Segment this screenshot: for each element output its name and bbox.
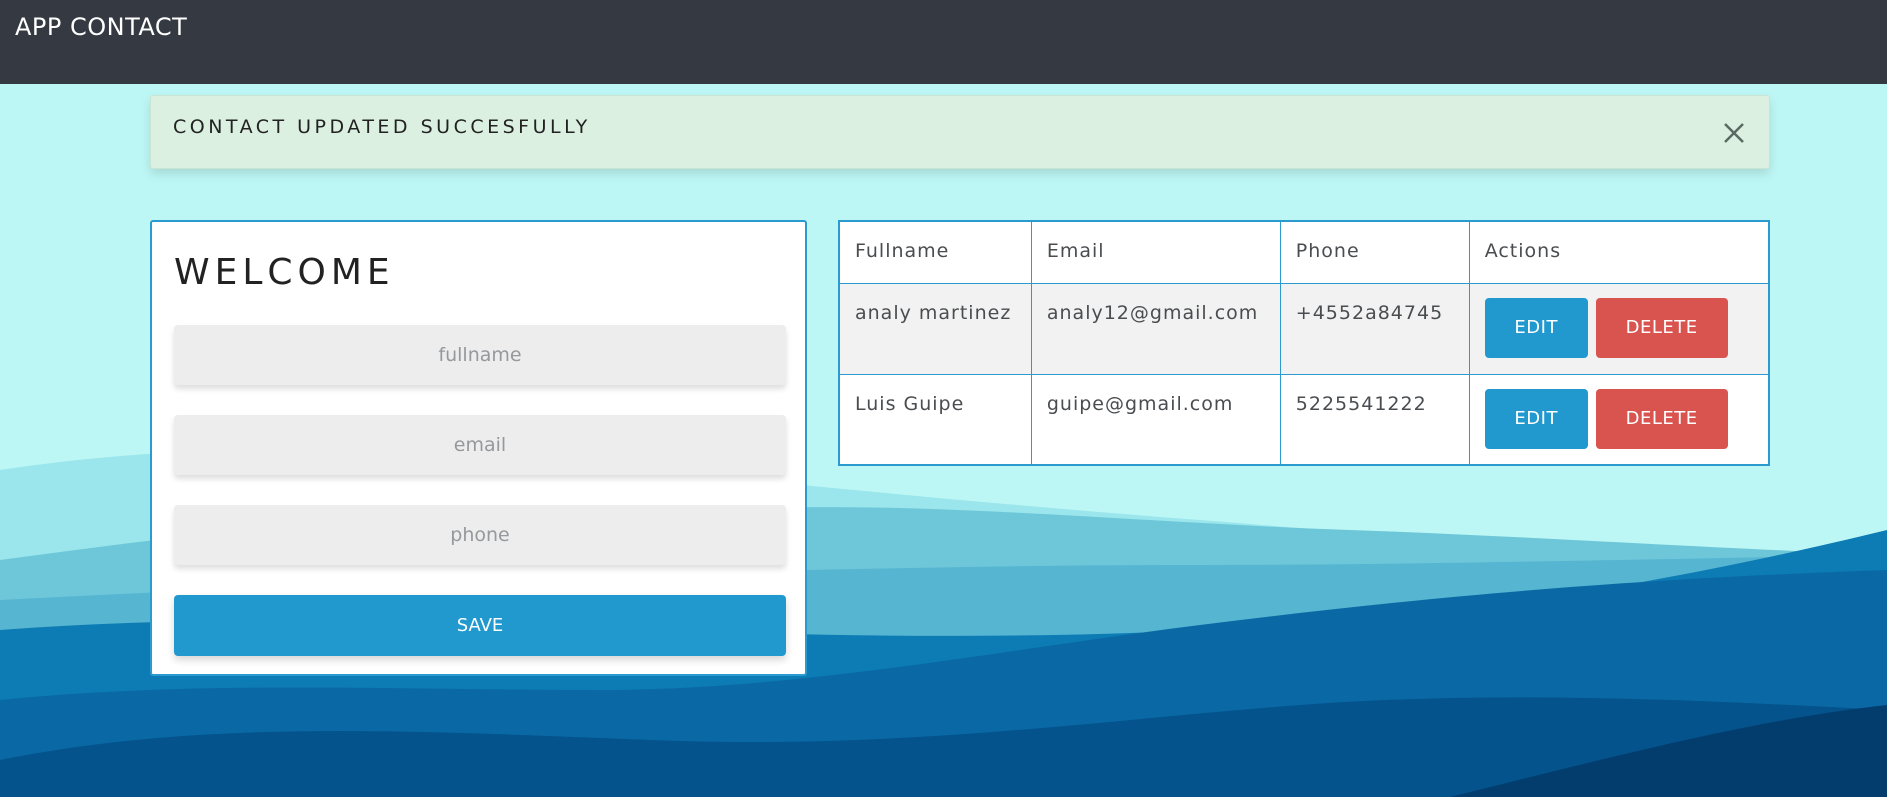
save-button[interactable]: SAVE: [174, 595, 786, 656]
contacts-table: Fullname Email Phone Actions analy marti…: [838, 220, 1770, 466]
header-email: Email: [1030, 220, 1281, 284]
header-actions: Actions: [1468, 220, 1770, 284]
navbar: APP CONTACT: [0, 0, 1887, 84]
cell-actions: EDIT DELETE: [1468, 373, 1770, 466]
form-title: WELCOME: [174, 252, 395, 293]
contact-form-card: WELCOME SAVE: [150, 220, 807, 676]
cell-fullname: Luis Guipe: [838, 373, 1032, 466]
table-row: analy martinez analy12@gmail.com +4552a8…: [838, 282, 1770, 375]
cell-actions: EDIT DELETE: [1468, 282, 1770, 375]
app-title[interactable]: APP CONTACT: [15, 13, 187, 41]
cell-phone: 5225541222: [1279, 373, 1470, 466]
cell-phone: +4552a84745: [1279, 282, 1470, 375]
cell-fullname: analy martinez: [838, 282, 1032, 375]
fullname-input[interactable]: [174, 325, 786, 385]
header-phone: Phone: [1279, 220, 1470, 284]
header-fullname: Fullname: [838, 220, 1032, 284]
delete-button[interactable]: DELETE: [1595, 388, 1728, 449]
close-icon[interactable]: [1719, 118, 1749, 148]
phone-input[interactable]: [174, 505, 786, 565]
table-header-row: Fullname Email Phone Actions: [838, 220, 1770, 284]
edit-button[interactable]: EDIT: [1484, 297, 1588, 358]
edit-button[interactable]: EDIT: [1484, 388, 1588, 449]
table-row: Luis Guipe guipe@gmail.com 5225541222 ED…: [838, 373, 1770, 466]
email-input[interactable]: [174, 415, 786, 475]
cell-email: guipe@gmail.com: [1030, 373, 1281, 466]
alert-message: CONTACT UPDATED SUCCESFULLY: [173, 116, 591, 138]
delete-button[interactable]: DELETE: [1595, 297, 1728, 358]
success-alert: CONTACT UPDATED SUCCESFULLY: [150, 95, 1770, 169]
cell-email: analy12@gmail.com: [1030, 282, 1281, 375]
